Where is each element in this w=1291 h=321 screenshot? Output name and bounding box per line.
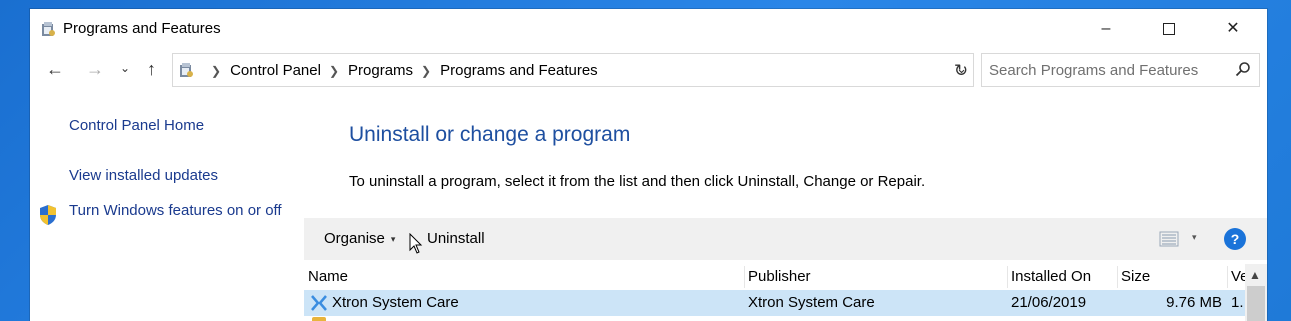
uninstall-button[interactable]: Uninstall <box>427 230 485 247</box>
recent-locations-chevron-icon[interactable]: ⌄ <box>120 61 130 75</box>
page-description: To uninstall a program, select it from t… <box>349 173 926 190</box>
forward-arrow-icon[interactable]: → <box>86 59 104 80</box>
program-installed-on: 21/06/2019 <box>1011 294 1087 311</box>
search-input[interactable]: Search Programs and Features <box>981 53 1260 87</box>
search-icon[interactable] <box>1235 61 1251 77</box>
program-name: Xtron System Care <box>332 294 459 311</box>
list-header: Name Publisher Installed On Size Ve <box>304 264 1267 290</box>
scrollbar-thumb[interactable] <box>1247 286 1265 321</box>
programs-icon <box>180 63 193 77</box>
vertical-scrollbar[interactable]: ▲ <box>1245 264 1267 321</box>
programs-and-features-window: Programs and Features – ✕ ← → ⌄ ↑ ❯ Contr… <box>30 9 1267 321</box>
help-button[interactable]: ? <box>1224 228 1246 250</box>
table-row[interactable]: Xtron System Care Xtron System Care 21/0… <box>304 290 1245 316</box>
breadcrumb-chevron-icon[interactable]: ❯ <box>421 64 431 78</box>
view-installed-updates-link[interactable]: View installed updates <box>69 167 218 184</box>
search-placeholder: Search Programs and Features <box>989 62 1199 79</box>
view-details-icon[interactable] <box>1159 231 1179 247</box>
scroll-up-arrow-icon[interactable]: ▲ <box>1249 268 1261 282</box>
column-header-name[interactable]: Name <box>308 268 738 285</box>
window-title: Programs and Features <box>63 20 221 37</box>
xtron-app-icon <box>311 295 327 311</box>
column-divider[interactable] <box>1227 266 1228 288</box>
refresh-icon[interactable]: ↻ <box>947 57 975 85</box>
column-divider[interactable] <box>1007 266 1008 288</box>
program-icon <box>312 317 326 321</box>
command-bar: Organise ▾ Uninstall ▾ ? <box>304 218 1267 260</box>
breadcrumb-programs[interactable]: Programs <box>348 62 413 79</box>
breadcrumb-control-panel[interactable]: Control Panel <box>230 62 321 79</box>
turn-windows-features-link[interactable]: Turn Windows features on or off <box>69 200 289 222</box>
program-publisher: Xtron System Care <box>748 294 875 311</box>
column-header-version[interactable]: Ve <box>1231 268 1245 285</box>
control-panel-home-link[interactable]: Control Panel Home <box>69 117 204 134</box>
address-bar[interactable]: ❯ Control Panel ❯ Programs ❯ Programs and Fea… <box>172 53 974 87</box>
column-header-installed-on[interactable]: Installed On <box>1011 268 1111 285</box>
left-task-pane: Control Panel Home View installed update… <box>30 89 300 321</box>
organise-label: Organise <box>324 230 385 247</box>
title-bar[interactable]: Programs and Features – ✕ <box>30 9 1267 49</box>
page-title: Uninstall or change a program <box>349 123 631 146</box>
caret-down-icon: ▾ <box>390 233 396 244</box>
breadcrumb: ❯ Control Panel ❯ Programs ❯ Programs and Fea… <box>203 62 598 79</box>
navigation-bar: ← → ⌄ ↑ ❯ Control Panel ❯ Programs ❯ Programs… <box>30 53 1267 87</box>
maximize-icon <box>1163 22 1175 35</box>
mouse-cursor-icon <box>409 233 423 254</box>
programs-icon <box>42 22 55 36</box>
column-divider[interactable] <box>1117 266 1118 288</box>
close-button[interactable]: ✕ <box>1202 9 1264 49</box>
breadcrumb-programs-and-features[interactable]: Programs and Features <box>440 62 598 79</box>
back-arrow-icon[interactable]: ← <box>46 59 64 80</box>
program-size: 9.76 MB <box>1166 294 1222 311</box>
breadcrumb-chevron-icon[interactable]: ❯ <box>329 64 339 78</box>
organise-button[interactable]: Organise ▾ <box>324 230 395 247</box>
column-header-size[interactable]: Size <box>1121 268 1221 285</box>
program-version: 1. <box>1231 294 1243 311</box>
minimize-button[interactable]: – <box>1075 9 1137 49</box>
breadcrumb-chevron-icon[interactable]: ❯ <box>211 64 221 78</box>
up-arrow-icon[interactable]: ↑ <box>147 59 156 80</box>
shield-icon <box>40 205 56 225</box>
column-header-publisher[interactable]: Publisher <box>748 268 1003 285</box>
column-divider[interactable] <box>744 266 745 288</box>
maximize-button[interactable] <box>1138 9 1200 49</box>
view-options-caret-icon[interactable]: ▾ <box>1192 232 1197 243</box>
